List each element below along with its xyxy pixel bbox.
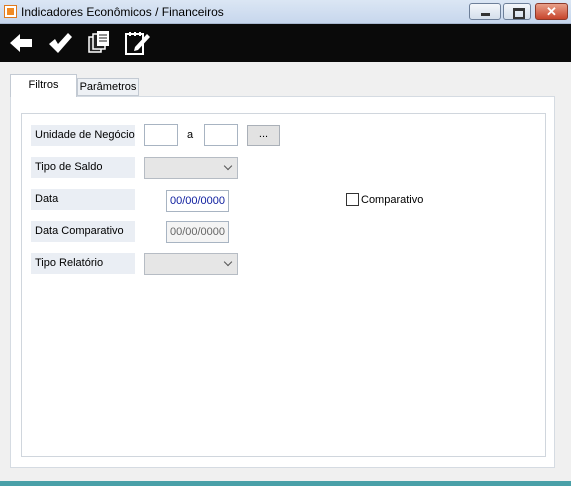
lookup-button[interactable]: ... [247, 125, 280, 146]
data-comparativo-label: Data Comparativo [31, 221, 135, 242]
tab-parametros[interactable]: Parâmetros [77, 78, 139, 96]
data-comparativo-input[interactable]: 00/00/0000 [166, 221, 229, 243]
tipo-saldo-label: Tipo de Saldo [31, 157, 135, 178]
close-button[interactable]: ✕ [535, 3, 568, 20]
checkmark-icon[interactable] [46, 30, 74, 56]
unidade-to-input[interactable] [204, 124, 238, 146]
edit-notepad-icon[interactable] [123, 30, 151, 56]
range-separator: a [186, 129, 194, 141]
minimize-button[interactable] [469, 3, 501, 20]
unidade-from-input[interactable] [144, 124, 178, 146]
tipo-relatorio-label: Tipo Relatório [31, 253, 135, 274]
app-icon [4, 5, 17, 18]
tipo-saldo-select[interactable] [144, 157, 238, 179]
comparativo-label: Comparativo [361, 194, 424, 206]
window-title: Indicadores Econômicos / Financeiros [21, 5, 224, 19]
data-input[interactable]: 00/00/0000 [166, 190, 229, 212]
unidade-negocio-label: Unidade de Negócio [31, 125, 135, 146]
close-icon: ✕ [546, 4, 557, 19]
arrow-left-icon[interactable] [7, 30, 35, 56]
tab-filtros[interactable]: Filtros [10, 74, 77, 97]
data-label: Data [31, 189, 135, 210]
comparativo-checkbox[interactable] [346, 193, 359, 206]
title-bar: Indicadores Econômicos / Financeiros ✕ [0, 0, 571, 24]
copy-pages-icon[interactable] [84, 30, 112, 56]
toolbar [0, 24, 571, 62]
maximize-button[interactable] [503, 3, 531, 20]
maximize-icon [513, 8, 525, 19]
tipo-relatorio-select[interactable] [144, 253, 238, 275]
status-strip [0, 481, 571, 486]
minimize-icon [481, 13, 490, 16]
